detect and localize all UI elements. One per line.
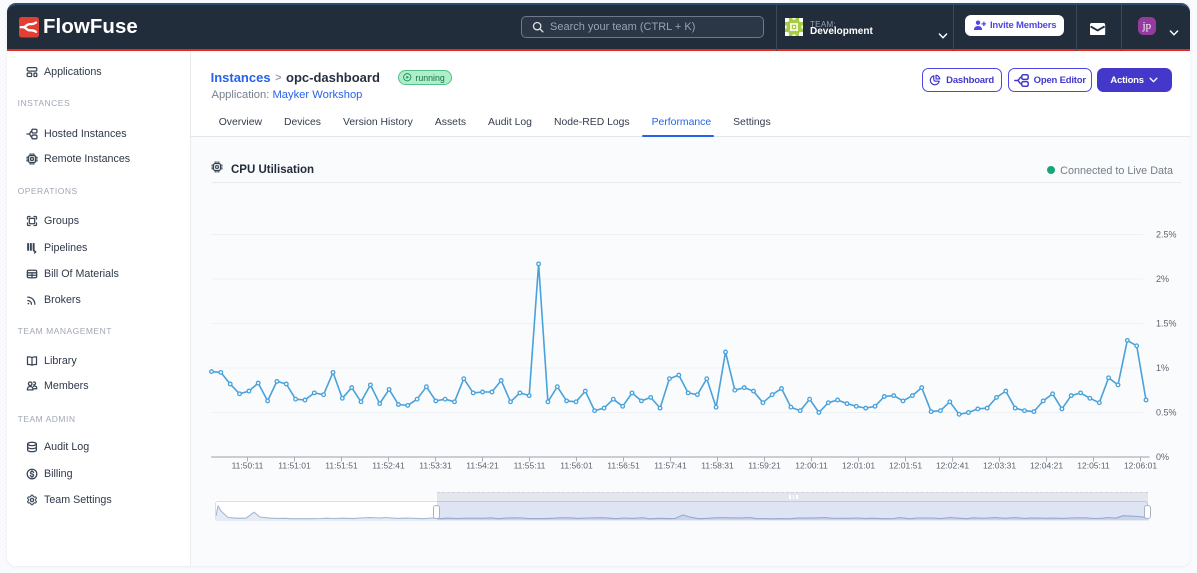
svg-text:2%: 2% <box>1156 274 1169 284</box>
svg-text:11:59:21: 11:59:21 <box>748 461 781 471</box>
svg-text:11:53:31: 11:53:31 <box>419 461 452 471</box>
svg-text:11:56:51: 11:56:51 <box>607 461 640 471</box>
svg-text:12:03:31: 12:03:31 <box>983 461 1016 471</box>
svg-text:12:06:01: 12:06:01 <box>1124 461 1157 471</box>
svg-text:11:57:41: 11:57:41 <box>654 461 687 471</box>
svg-text:2.5%: 2.5% <box>1156 230 1177 240</box>
svg-text:12:00:11: 12:00:11 <box>795 461 828 471</box>
svg-text:12:01:01: 12:01:01 <box>842 461 875 471</box>
svg-text:0%: 0% <box>1156 452 1169 462</box>
svg-text:12:02:41: 12:02:41 <box>936 461 969 471</box>
svg-text:0.5%: 0.5% <box>1156 408 1177 418</box>
svg-text:11:51:01: 11:51:01 <box>278 461 311 471</box>
svg-text:1.5%: 1.5% <box>1156 319 1177 329</box>
svg-text:11:58:31: 11:58:31 <box>701 461 734 471</box>
svg-text:11:51:51: 11:51:51 <box>325 461 358 471</box>
svg-text:11:52:41: 11:52:41 <box>372 461 405 471</box>
svg-text:12:05:11: 12:05:11 <box>1077 461 1110 471</box>
svg-text:11:54:21: 11:54:21 <box>466 461 499 471</box>
svg-text:1%: 1% <box>1156 363 1169 373</box>
svg-text:11:56:01: 11:56:01 <box>560 461 593 471</box>
svg-text:11:50:11: 11:50:11 <box>232 461 264 471</box>
svg-text:11:55:11: 11:55:11 <box>514 461 546 471</box>
svg-text:12:01:51: 12:01:51 <box>889 461 922 471</box>
svg-text:12:04:21: 12:04:21 <box>1030 461 1063 471</box>
